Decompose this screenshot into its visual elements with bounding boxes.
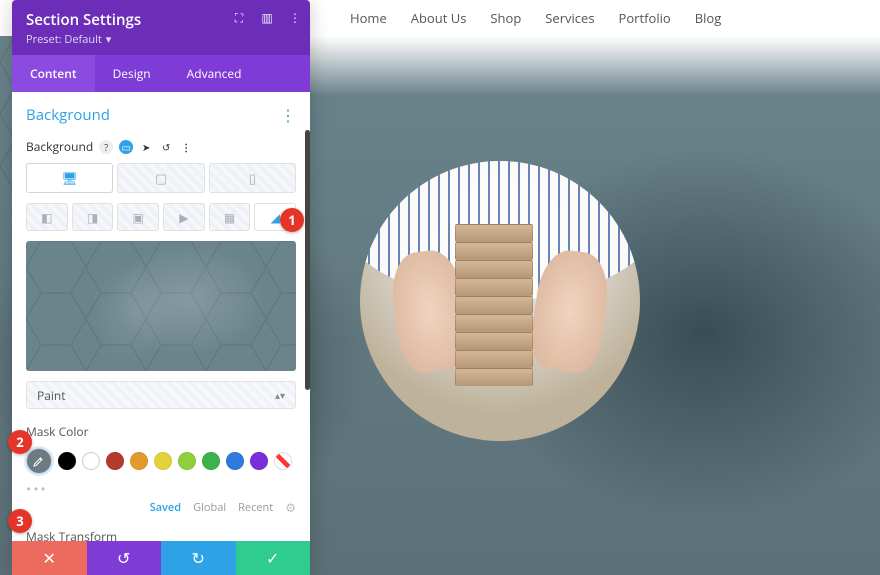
palette-tab-global[interactable]: Global bbox=[193, 500, 226, 515]
hover-icon[interactable]: ➤ bbox=[139, 140, 153, 154]
reset-icon[interactable]: ↺ bbox=[159, 140, 173, 154]
redo-button[interactable]: ↻ bbox=[161, 541, 236, 575]
panel-footer: ✕ ↺ ↻ ✓ bbox=[12, 541, 310, 575]
palette-tabs: Saved Global Recent ⚙ bbox=[26, 499, 296, 516]
mask-color-swatches bbox=[26, 448, 296, 474]
bg-type-gradient[interactable]: ◨ bbox=[72, 203, 114, 231]
device-toggle-row: 🖥 ▢ ▯ bbox=[26, 163, 296, 193]
responsive-icon[interactable]: ▭ bbox=[119, 140, 133, 154]
wooden-blocks bbox=[455, 216, 545, 386]
preset-selector[interactable]: Preset: Default▾ bbox=[26, 32, 296, 47]
tab-content[interactable]: Content bbox=[12, 55, 95, 92]
color-picker-button[interactable] bbox=[26, 448, 52, 474]
palette-tab-saved[interactable]: Saved bbox=[150, 500, 182, 515]
more-swatches-icon[interactable]: ••• bbox=[26, 480, 296, 499]
mask-color-label: Mask Color bbox=[26, 423, 296, 440]
swatch-blue[interactable] bbox=[226, 452, 244, 470]
section-heading-background: Background bbox=[26, 105, 110, 125]
annotation-badge-2: 2 bbox=[8, 430, 32, 454]
panel-scrollbar[interactable] bbox=[305, 130, 310, 390]
device-desktop[interactable]: 🖥 bbox=[26, 163, 113, 193]
swatch-purple[interactable] bbox=[250, 452, 268, 470]
section-options-icon[interactable]: ⋮ bbox=[280, 104, 296, 126]
swatch-yellow[interactable] bbox=[154, 452, 172, 470]
panel-body: Background ⋮ Background ? ▭ ➤ ↺ ⋮ 🖥 ▢ ▯ … bbox=[12, 92, 310, 549]
bg-type-video[interactable]: ▶ bbox=[163, 203, 205, 231]
help-icon[interactable]: ? bbox=[99, 140, 113, 154]
panel-header: Section Settings Preset: Default▾ ⛶ ▥ ⋮ bbox=[12, 0, 310, 55]
field-more-icon[interactable]: ⋮ bbox=[179, 140, 193, 154]
hero-circle-image bbox=[360, 161, 640, 441]
swatch-transparent[interactable] bbox=[274, 452, 292, 470]
annotation-badge-1: 1 bbox=[280, 208, 304, 232]
nav-item-home[interactable]: Home bbox=[350, 9, 387, 27]
nav-item-about[interactable]: About Us bbox=[411, 9, 467, 27]
mask-preview[interactable] bbox=[26, 241, 296, 371]
panel-menu-icon[interactable]: ⋮ bbox=[288, 10, 302, 24]
tab-advanced[interactable]: Advanced bbox=[169, 55, 260, 92]
swatch-green[interactable] bbox=[202, 452, 220, 470]
save-button[interactable]: ✓ bbox=[236, 541, 311, 575]
section-settings-panel: Section Settings Preset: Default▾ ⛶ ▥ ⋮ … bbox=[12, 0, 310, 575]
bg-type-image[interactable]: ▣ bbox=[117, 203, 159, 231]
palette-settings-icon[interactable]: ⚙ bbox=[285, 499, 296, 516]
nav-item-shop[interactable]: Shop bbox=[490, 9, 521, 27]
swatch-red[interactable] bbox=[106, 452, 124, 470]
tab-design[interactable]: Design bbox=[95, 55, 169, 92]
palette-tab-recent[interactable]: Recent bbox=[238, 500, 273, 515]
nav-item-portfolio[interactable]: Portfolio bbox=[619, 9, 671, 27]
bg-type-color[interactable]: ◧ bbox=[26, 203, 68, 231]
bg-type-pattern[interactable]: ▦ bbox=[209, 203, 251, 231]
annotation-badge-3: 3 bbox=[8, 509, 32, 533]
device-phone[interactable]: ▯ bbox=[209, 163, 296, 193]
swatch-black[interactable] bbox=[58, 452, 76, 470]
swatch-white[interactable] bbox=[82, 452, 100, 470]
device-tablet[interactable]: ▢ bbox=[117, 163, 204, 193]
panel-tabs: Content Design Advanced bbox=[12, 55, 310, 92]
undo-button[interactable]: ↺ bbox=[87, 541, 162, 575]
top-fade bbox=[310, 36, 880, 96]
site-top-nav: Home About Us Shop Services Portfolio Bl… bbox=[310, 0, 880, 36]
expand-icon[interactable]: ▥ bbox=[260, 10, 274, 24]
background-type-row: ◧ ◨ ▣ ▶ ▦ ◢ bbox=[26, 203, 296, 231]
nav-item-services[interactable]: Services bbox=[545, 9, 594, 27]
swatch-lime[interactable] bbox=[178, 452, 196, 470]
focus-icon[interactable]: ⛶ bbox=[232, 10, 246, 24]
cancel-button[interactable]: ✕ bbox=[12, 541, 87, 575]
background-label: Background bbox=[26, 138, 93, 155]
nav-item-blog[interactable]: Blog bbox=[695, 9, 722, 27]
mask-style-select[interactable]: Paint ▴▾ bbox=[26, 381, 296, 409]
swatch-orange[interactable] bbox=[130, 452, 148, 470]
